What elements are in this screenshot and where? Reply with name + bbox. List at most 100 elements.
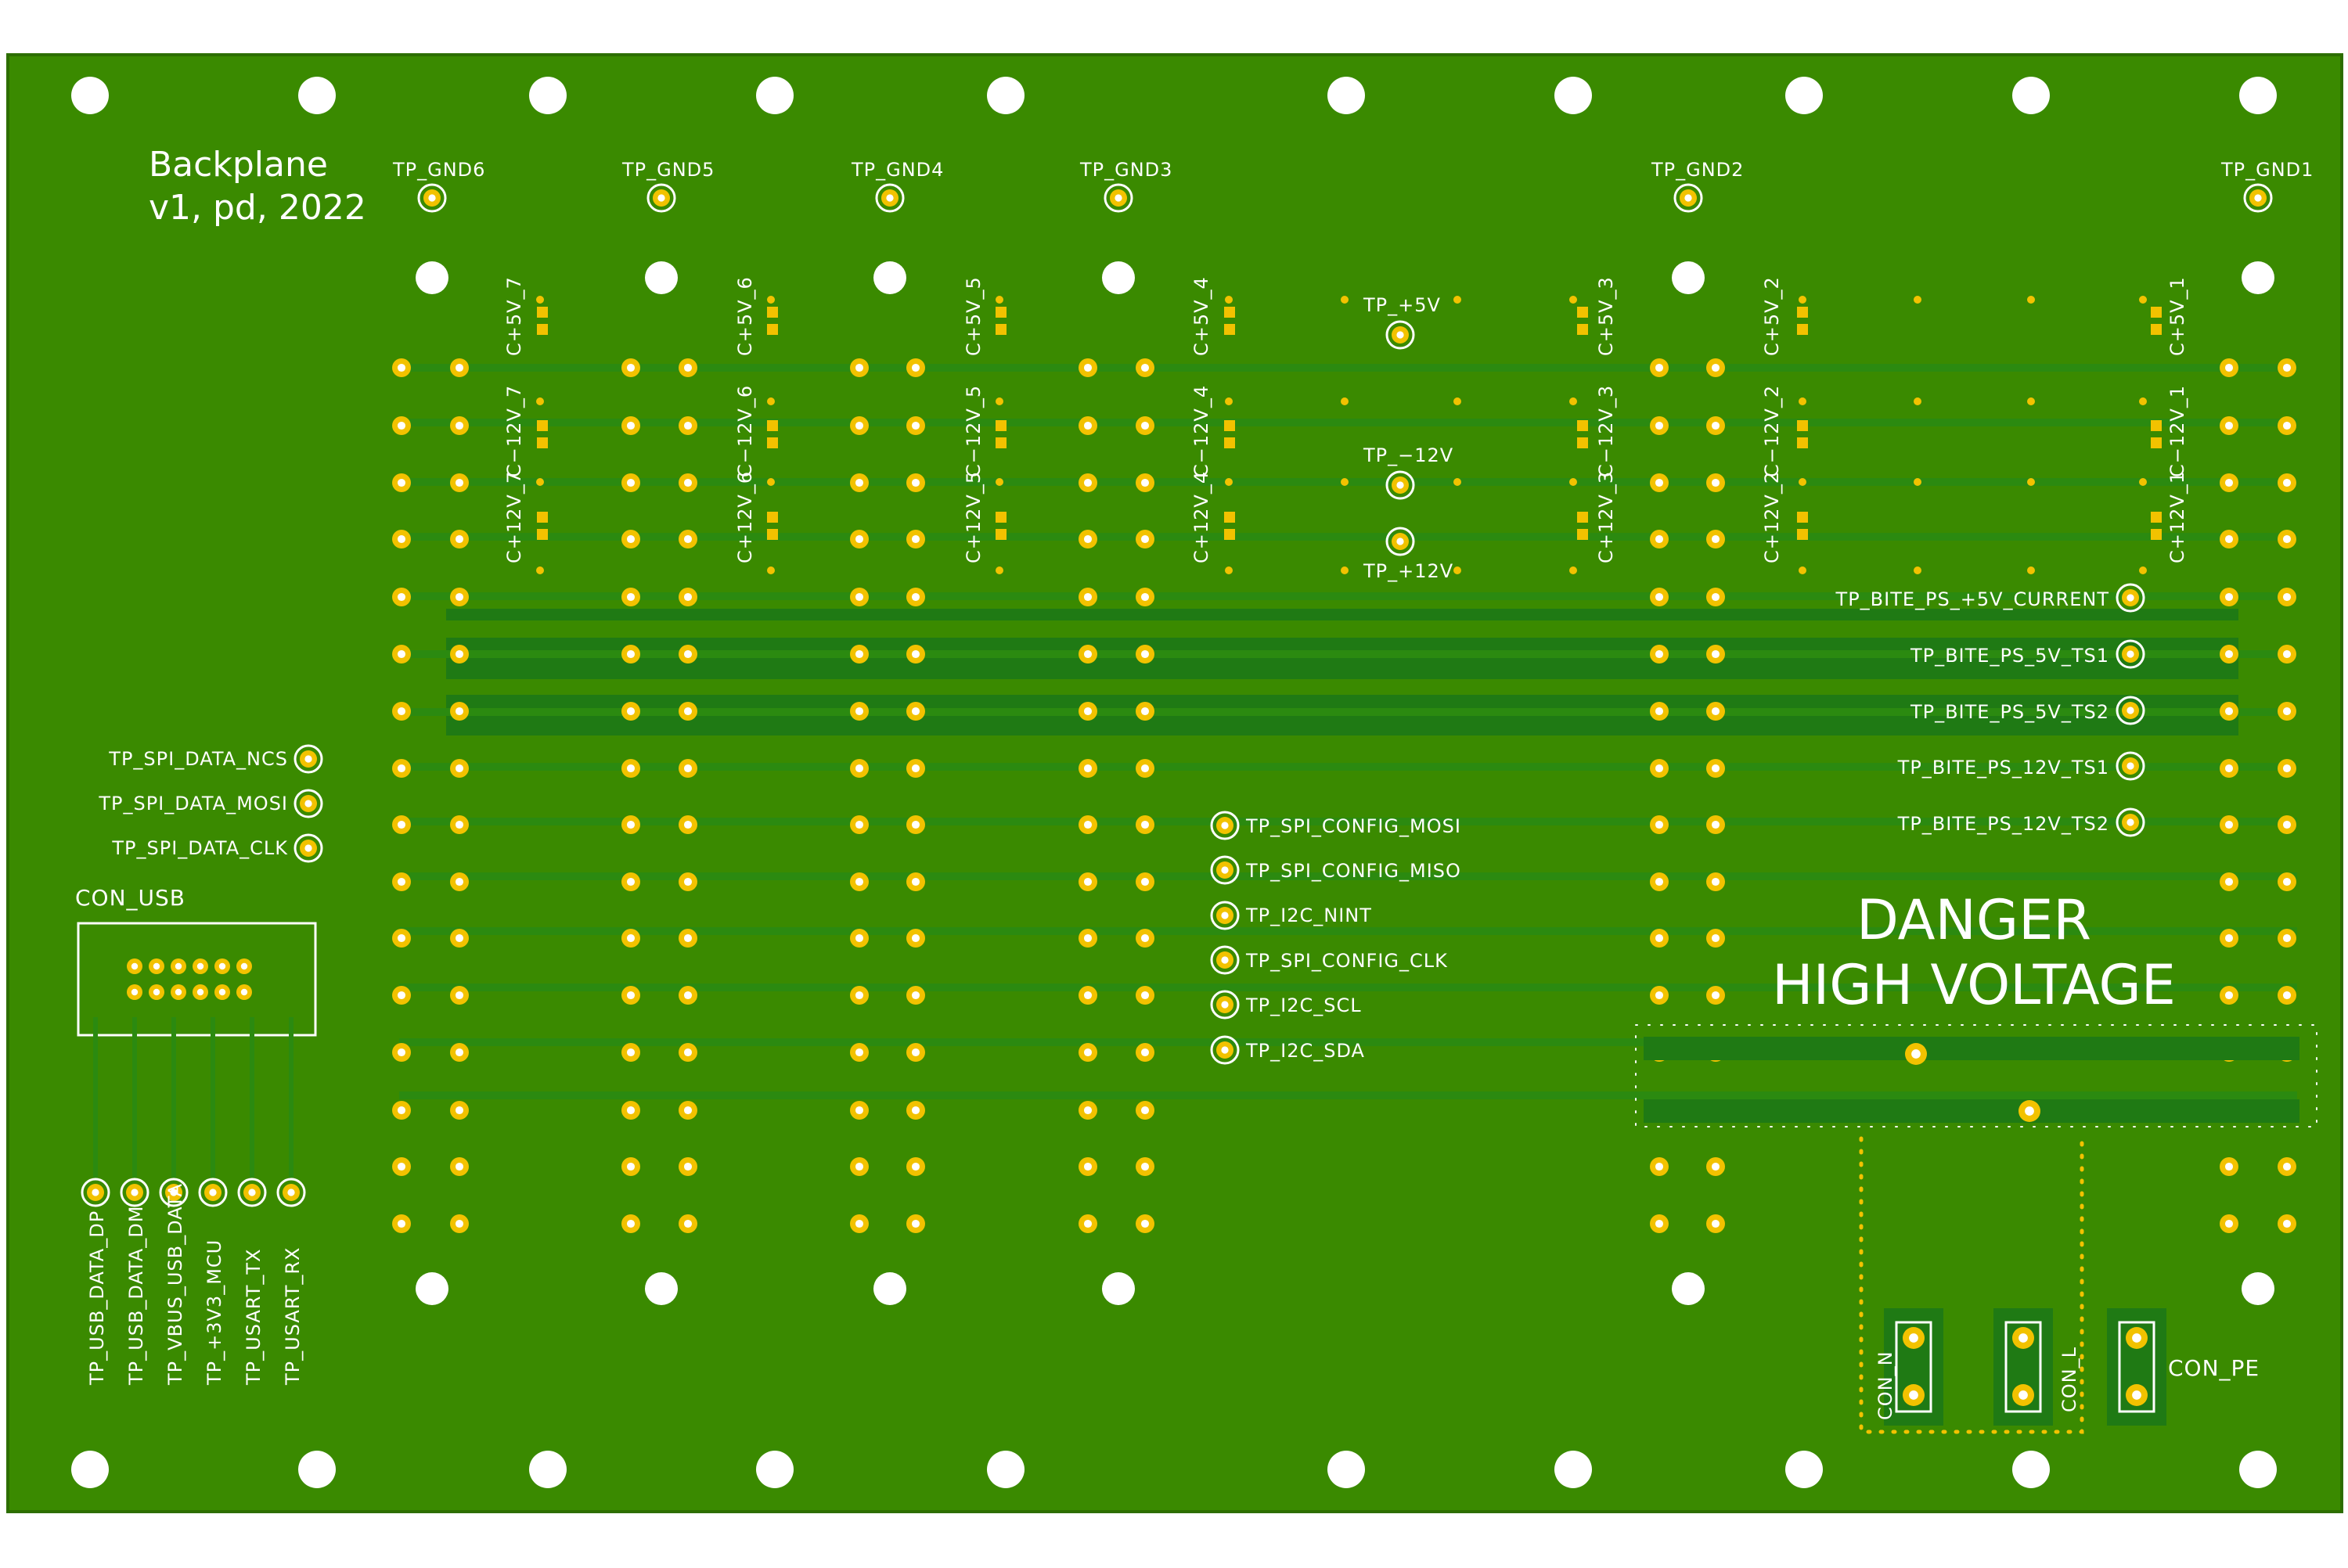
slot-pin-drill [911,1162,920,1171]
slot-pin-drill [397,1106,406,1115]
usb-tp-pad-drill [209,1189,217,1196]
tp-plus5v-pad-drill [1396,331,1404,339]
slot-pin-drill [626,1219,636,1228]
tp-plus5v-label: TP_+5V [1363,294,1441,316]
via [996,566,1003,574]
card-guide-hole-bottom [1102,1272,1135,1305]
usb-pin-drill [153,988,160,996]
slot-pin-drill [1655,764,1664,773]
cap-pad [1797,420,1808,431]
slot-pin-drill [2224,649,2234,659]
slot-pin-drill [626,877,636,886]
slot-pin-drill [2282,421,2292,430]
cap-label: C+12V_6 [734,471,756,563]
tp-bite-5v-current-label: TP_BITE_PS_+5V_CURRENT [1835,588,2109,610]
tp-spi-data-pad-drill [304,844,312,852]
copper-pour [446,609,2238,620]
slot-pin-drill [626,534,636,544]
slot-pin-drill [1711,1162,1720,1171]
slot-pin-drill [455,933,464,943]
tp-spi-config-mosi-label: TP_SPI_CONFIG_MOSI [1245,815,1461,837]
mains-connectors [1884,1308,2166,1426]
cap-pad [1224,437,1235,448]
via [1453,566,1461,574]
tp-config-pad-drill [1221,1001,1229,1009]
slot-pin-drill [455,363,464,372]
slot-pin-drill [1711,707,1720,716]
slot-pin-drill [455,707,464,716]
tp-spi-data-mosi-label: TP_SPI_DATA_MOSI [98,793,288,815]
card-guide-hole-top [416,261,448,294]
con-pe-pin2-drill [2132,1390,2141,1400]
cap-pad [537,307,548,318]
mounting-hole-top [756,77,794,114]
mounting-hole-bottom [1554,1451,1592,1488]
cap-label: C+5V_6 [734,276,756,356]
slot-pin-drill [855,1162,864,1171]
via [996,296,1003,304]
cap-pad [1224,324,1235,335]
via [2139,478,2147,486]
con-usb-label: CON_USB [75,885,185,911]
cap-pad [1577,420,1588,431]
cap-label: C−12V_4 [1190,385,1212,477]
slot-pin-drill [1711,764,1720,773]
cap-pad [1797,512,1808,523]
slot-pin-drill [683,707,693,716]
slot-pin-drill [455,592,464,602]
via [2027,566,2035,574]
slot-pin-drill [683,991,693,1000]
tp-bite-12v-ts1-label: TP_BITE_PS_12V_TS1 [1897,757,2109,779]
slot-pin-drill [1711,421,1720,430]
slot-pin-drill [1083,592,1093,602]
via [1914,397,1921,405]
tp-config-pad-drill [1221,822,1229,829]
slot-pin-drill [1655,820,1664,829]
con-pe-body [2107,1308,2166,1426]
slot-pin-drill [455,1048,464,1057]
cap-pad [1224,512,1235,523]
via [767,296,775,304]
tp-plus12v-label: TP_+12V [1363,560,1453,582]
slot-pin-drill [626,933,636,943]
cap-pad [2151,437,2162,448]
via [1799,478,1806,486]
usb-tp-pad-drill [131,1189,139,1196]
usb-pin-drill [153,962,160,970]
via [536,478,544,486]
mounting-hole-top [2239,77,2277,114]
slot-pin-drill [683,363,693,372]
slot-pin-drill [2224,534,2234,544]
cap-label: C−12V_6 [734,385,756,477]
slot-pin-drill [1083,991,1093,1000]
cap-label: C+12V_2 [1761,471,1783,563]
mounting-hole-bottom [298,1451,336,1488]
tp-bite-pad-drill [2127,818,2134,826]
via [2027,478,2035,486]
slot-pin-drill [1140,1048,1150,1057]
via [1341,397,1349,405]
cap-label: C+5V_4 [1190,276,1212,356]
card-guide-hole-bottom [2242,1272,2274,1305]
via [1341,478,1349,486]
cap-label: C+12V_1 [2166,471,2188,563]
cap-pad [996,420,1007,431]
slot-pin-drill [1655,592,1664,602]
slot-pin-drill [626,764,636,773]
cap-pad [1797,307,1808,318]
slot-pin-drill [1083,707,1093,716]
slot-pin-drill [1140,478,1150,487]
con-l-label: CON_L [2058,1347,2080,1412]
slot-pin-drill [1083,363,1093,372]
tp-gnd-pad-drill [657,194,665,202]
slot-pin-drill [626,649,636,659]
tp-spi-config-clk-label: TP_SPI_CONFIG_CLK [1245,950,1448,972]
slot-pin-drill [397,877,406,886]
card-guide-hole-top [1672,261,1705,294]
cap-label: C+12V_5 [963,471,985,563]
slot-pin-drill [1140,764,1150,773]
via [1914,478,1921,486]
slot-pin-drill [2224,764,2234,773]
usb-pin-drill [240,988,248,996]
usb-pin-drill [196,988,204,996]
